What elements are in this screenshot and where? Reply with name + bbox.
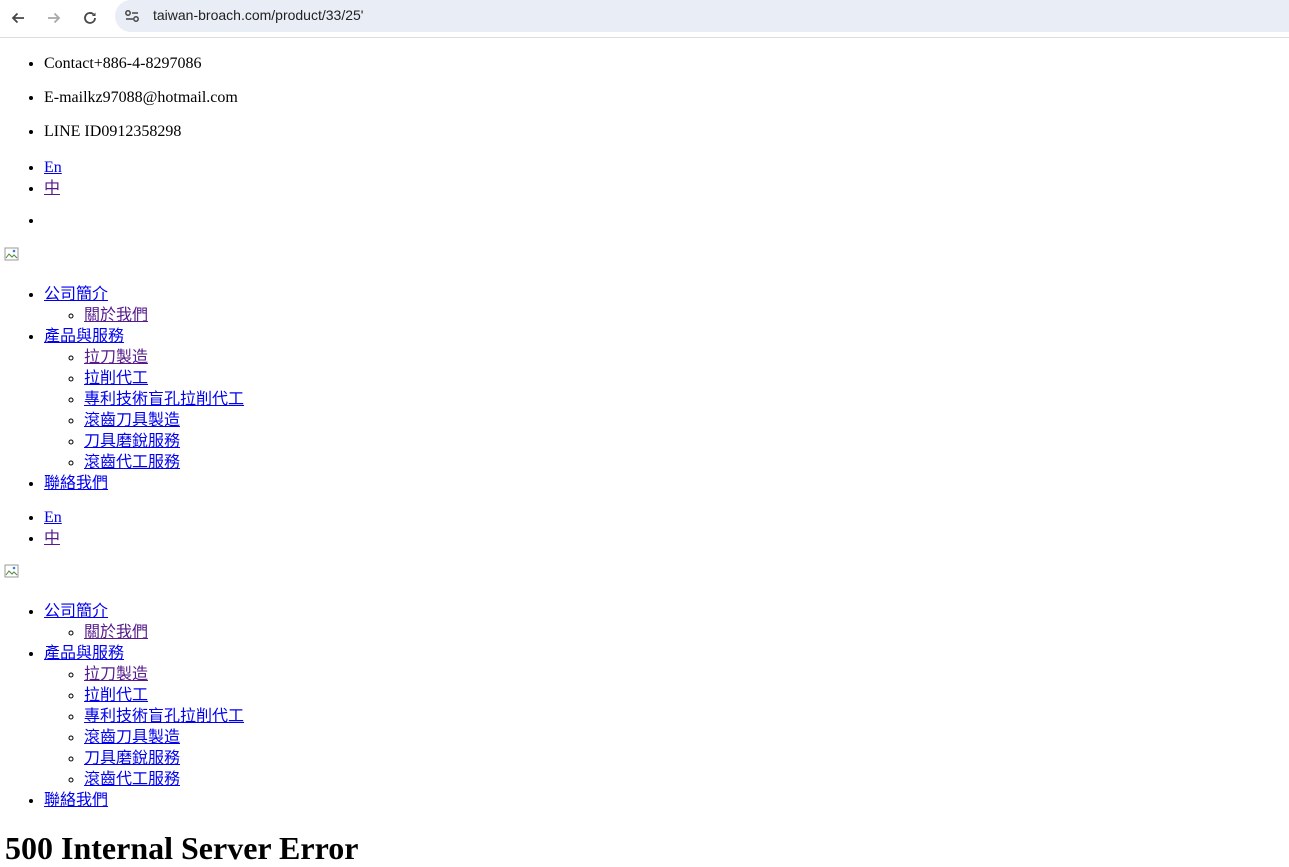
nav-product-broach-link-2[interactable]: 拉刀製造 (84, 666, 148, 683)
url-text: taiwan-broach.com/product/33/25' (153, 7, 364, 23)
contact-email: E-mailkz97088@hotmail.com (44, 89, 1289, 107)
products-submenu: 拉刀製造 拉削代工 專利技術盲孔拉削代工 滾齒刀具製造 刀具磨銳服務 滾齒代工服… (0, 347, 1289, 473)
line-list: LINE ID0912358298 (0, 123, 1289, 141)
reload-icon (84, 12, 96, 24)
back-button[interactable] (5, 5, 31, 31)
nav-about-us-link[interactable]: 關於我們 (84, 307, 148, 324)
nav-product-blind-hole-link-2[interactable]: 專利技術盲孔拉削代工 (84, 708, 244, 725)
about-submenu: 關於我們 (0, 305, 1289, 326)
nav-product-broach-link[interactable]: 拉刀製造 (84, 349, 148, 366)
nav-product-hob-link[interactable]: 滾齒刀具製造 (84, 412, 180, 429)
nav-about-link[interactable]: 公司簡介 (44, 286, 108, 303)
about-submenu-2: 關於我們 (0, 622, 1289, 643)
nav-product-broaching-link-2[interactable]: 拉削代工 (84, 687, 148, 704)
reload-button[interactable] (77, 5, 103, 31)
lang-en-link-2[interactable]: En (44, 509, 62, 526)
contact-line: LINE ID0912358298 (44, 123, 1289, 141)
forward-button[interactable] (41, 5, 67, 31)
empty-item (44, 212, 1289, 230)
contact-phone: Contact+886-4-8297086 (44, 55, 1289, 73)
browser-toolbar: taiwan-broach.com/product/33/25' (0, 0, 1289, 38)
nav-product-hobbing-link-2[interactable]: 滾齒代工服務 (84, 771, 180, 788)
broken-image-icon (4, 247, 19, 261)
language-list-bottom: En 中 (0, 507, 1289, 549)
nav-about-link-2[interactable]: 公司簡介 (44, 603, 108, 620)
page-content: Contact+886-4-8297086 E-mailkz97088@hotm… (0, 39, 1289, 811)
logo-image-broken (4, 246, 20, 262)
email-list: E-mailkz97088@hotmail.com (0, 89, 1289, 107)
nav-product-hobbing-link[interactable]: 滾齒代工服務 (84, 454, 180, 471)
nav-product-broaching-link[interactable]: 拉削代工 (84, 370, 148, 387)
lang-zh-link[interactable]: 中 (44, 180, 60, 197)
main-nav-1: 公司簡介 關於我們 產品與服務 拉刀製造 拉削代工 專利技術盲孔拉削代工 滾齒刀… (0, 284, 1289, 494)
products-submenu-2: 拉刀製造 拉削代工 專利技術盲孔拉削代工 滾齒刀具製造 刀具磨銳服務 滾齒代工服… (0, 664, 1289, 790)
nav-contact-link[interactable]: 聯絡我們 (44, 475, 108, 492)
logo-image-broken-2 (4, 563, 20, 579)
broken-image-icon (4, 564, 19, 578)
nav-product-blind-hole-link[interactable]: 專利技術盲孔拉削代工 (84, 391, 244, 408)
error-heading: 500 Internal Server Error (5, 830, 359, 866)
address-bar[interactable]: taiwan-broach.com/product/33/25' (115, 0, 1289, 32)
lang-en-link[interactable]: En (44, 159, 62, 176)
empty-list (0, 212, 1289, 230)
nav-about-us-link-2[interactable]: 關於我們 (84, 624, 148, 641)
nav-product-sharpening-link-2[interactable]: 刀具磨銳服務 (84, 750, 180, 767)
language-list-top: En 中 (0, 157, 1289, 199)
lang-zh-link-2[interactable]: 中 (44, 530, 60, 547)
arrow-left-icon (11, 12, 24, 24)
nav-product-hob-link-2[interactable]: 滾齒刀具製造 (84, 729, 180, 746)
site-info-icon[interactable] (123, 7, 141, 25)
nav-contact-link-2[interactable]: 聯絡我們 (44, 792, 108, 809)
nav-product-sharpening-link[interactable]: 刀具磨銳服務 (84, 433, 180, 450)
contact-list: Contact+886-4-8297086 (0, 55, 1289, 73)
nav-products-link[interactable]: 產品與服務 (44, 328, 124, 345)
main-nav-2: 公司簡介 關於我們 產品與服務 拉刀製造 拉削代工 專利技術盲孔拉削代工 滾齒刀… (0, 601, 1289, 811)
arrow-right-icon (48, 12, 61, 24)
nav-products-link-2[interactable]: 產品與服務 (44, 645, 124, 662)
